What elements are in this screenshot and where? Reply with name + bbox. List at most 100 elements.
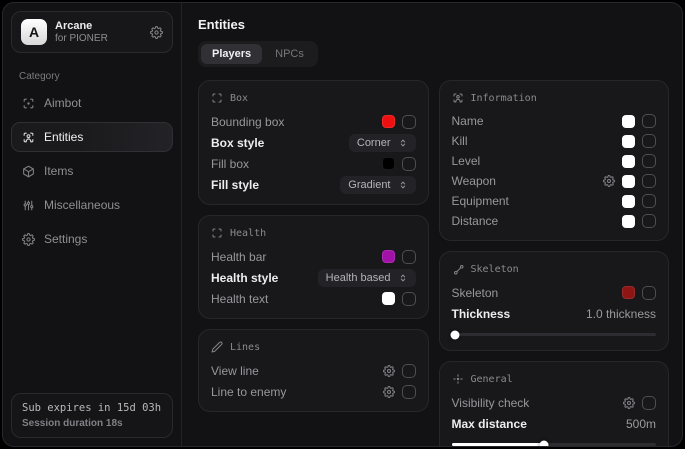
skeleton-card: Skeleton Skeleton Thickness 1.0 thicknes… bbox=[439, 251, 670, 351]
color-swatch[interactable] bbox=[622, 115, 635, 128]
sidebar-nav: Aimbot Entities Items Miscellaneous Sett… bbox=[3, 86, 181, 256]
sidebar-item-label: Settings bbox=[44, 232, 87, 246]
sidebar-item-label: Miscellaneous bbox=[44, 198, 120, 212]
color-swatch[interactable] bbox=[382, 292, 395, 305]
row-label: Fill style bbox=[211, 178, 259, 192]
view-line-row: View line bbox=[211, 360, 416, 381]
gear-icon[interactable] bbox=[383, 365, 395, 377]
pencil-icon bbox=[211, 341, 223, 353]
equipment-row: Equipment bbox=[452, 191, 657, 211]
general-card: General Visibility check Max distance 50… bbox=[439, 361, 670, 447]
sidebar-item-miscellaneous[interactable]: Miscellaneous bbox=[11, 190, 173, 220]
health-icon bbox=[211, 227, 223, 239]
visibility-check-checkbox[interactable] bbox=[642, 396, 656, 410]
information-card: Information Name Kill bbox=[439, 80, 670, 241]
line-to-enemy-row: Line to enemy bbox=[211, 381, 416, 402]
session-duration-text: Session duration 18s bbox=[22, 418, 162, 429]
card-title: Skeleton bbox=[471, 264, 519, 275]
row-label: Equipment bbox=[452, 194, 509, 208]
health-style-dropdown[interactable]: Health based bbox=[318, 269, 416, 287]
row-label: Line to enemy bbox=[211, 385, 286, 399]
app-logo: A bbox=[21, 19, 47, 45]
card-title: Box bbox=[230, 93, 248, 104]
max-distance-slider[interactable] bbox=[452, 443, 657, 446]
color-swatch[interactable] bbox=[622, 195, 635, 208]
color-swatch[interactable] bbox=[622, 215, 635, 228]
unfold-icon bbox=[398, 138, 408, 148]
app-subtitle: for PIONER bbox=[55, 33, 108, 44]
sidebar-item-label: Items bbox=[44, 164, 73, 178]
app-window: A Arcane for PIONER Category Aimbot Enti… bbox=[2, 2, 683, 447]
sidebar-item-items[interactable]: Items bbox=[11, 156, 173, 186]
color-swatch[interactable] bbox=[382, 115, 395, 128]
health-text-row: Health text bbox=[211, 288, 416, 309]
distance-checkbox[interactable] bbox=[642, 214, 656, 228]
sidebar-item-entities[interactable]: Entities bbox=[11, 122, 173, 152]
fill-box-checkbox[interactable] bbox=[402, 157, 416, 171]
health-text-checkbox[interactable] bbox=[402, 292, 416, 306]
color-swatch[interactable] bbox=[622, 175, 635, 188]
row-label: Visibility check bbox=[452, 396, 530, 410]
thickness-row: Thickness 1.0 thickness bbox=[452, 303, 657, 324]
row-label: Name bbox=[452, 114, 484, 128]
name-row: Name bbox=[452, 111, 657, 131]
gear-icon[interactable] bbox=[383, 386, 395, 398]
skeleton-checkbox[interactable] bbox=[642, 286, 656, 300]
row-label: Fill box bbox=[211, 157, 249, 171]
row-label: Health text bbox=[211, 292, 268, 306]
health-card: Health Health bar Health style H bbox=[198, 215, 429, 319]
equipment-checkbox[interactable] bbox=[642, 194, 656, 208]
level-checkbox[interactable] bbox=[642, 154, 656, 168]
tab-npcs[interactable]: NPCs bbox=[264, 44, 315, 64]
color-swatch[interactable] bbox=[382, 157, 395, 170]
person-scan-icon bbox=[452, 92, 464, 104]
fill-box-row: Fill box bbox=[211, 153, 416, 174]
settings-gear-icon[interactable] bbox=[150, 26, 163, 39]
row-label: View line bbox=[211, 364, 259, 378]
color-swatch[interactable] bbox=[622, 135, 635, 148]
sidebar: A Arcane for PIONER Category Aimbot Enti… bbox=[3, 3, 182, 446]
view-line-checkbox[interactable] bbox=[402, 364, 416, 378]
card-title: Information bbox=[471, 93, 537, 104]
bone-icon bbox=[452, 263, 464, 275]
sidebar-item-settings[interactable]: Settings bbox=[11, 224, 173, 254]
tab-players[interactable]: Players bbox=[201, 44, 262, 64]
fill-style-row: Fill style Gradient bbox=[211, 174, 416, 195]
thickness-slider[interactable] bbox=[452, 333, 657, 336]
name-checkbox[interactable] bbox=[642, 114, 656, 128]
sidebar-item-label: Entities bbox=[44, 130, 83, 144]
weapon-checkbox[interactable] bbox=[642, 174, 656, 188]
card-title: Health bbox=[230, 228, 266, 239]
card-title: Lines bbox=[230, 342, 260, 353]
unfold-icon bbox=[398, 180, 408, 190]
row-label: Skeleton bbox=[452, 286, 499, 300]
gear-icon[interactable] bbox=[623, 397, 635, 409]
max-distance-row: Max distance 500m bbox=[452, 413, 657, 434]
weapon-row: Weapon bbox=[452, 171, 657, 191]
color-swatch[interactable] bbox=[622, 155, 635, 168]
card-title: General bbox=[471, 374, 513, 385]
sidebar-item-aimbot[interactable]: Aimbot bbox=[11, 88, 173, 118]
bounding-box-checkbox[interactable] bbox=[402, 115, 416, 129]
fill-style-dropdown[interactable]: Gradient bbox=[340, 176, 415, 194]
category-label: Category bbox=[19, 71, 165, 82]
slider-thumb[interactable] bbox=[450, 330, 459, 339]
thickness-value: 1.0 thickness bbox=[586, 307, 656, 321]
health-bar-row: Health bar bbox=[211, 246, 416, 267]
line-to-enemy-checkbox[interactable] bbox=[402, 385, 416, 399]
row-label: Kill bbox=[452, 134, 468, 148]
color-swatch[interactable] bbox=[622, 286, 635, 299]
kill-checkbox[interactable] bbox=[642, 134, 656, 148]
page-title: Entities bbox=[198, 17, 682, 32]
health-bar-checkbox[interactable] bbox=[402, 250, 416, 264]
person-scan-icon bbox=[22, 131, 35, 144]
main-panel: Entities Players NPCs Box Bounding box bbox=[182, 3, 682, 446]
subscription-card: Sub expires in 15d 03h Session duration … bbox=[11, 393, 173, 438]
color-swatch[interactable] bbox=[382, 250, 395, 263]
box-style-dropdown[interactable]: Corner bbox=[349, 134, 416, 152]
gear-icon[interactable] bbox=[603, 175, 615, 187]
slider-thumb[interactable] bbox=[539, 440, 548, 447]
row-label: Weapon bbox=[452, 174, 496, 188]
app-name: Arcane bbox=[55, 20, 108, 32]
lines-card: Lines View line Line to enemy bbox=[198, 329, 429, 412]
